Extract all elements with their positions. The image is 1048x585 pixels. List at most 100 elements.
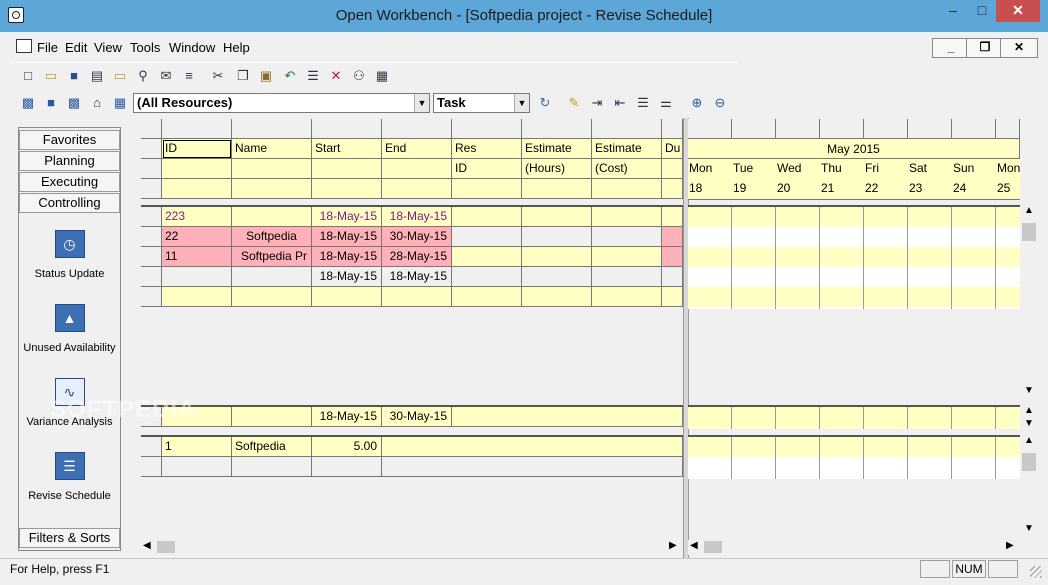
task-hours-cell[interactable] bbox=[522, 247, 592, 267]
blank-cell[interactable] bbox=[382, 287, 452, 307]
gantt-summary-row[interactable] bbox=[688, 405, 1020, 429]
resource-value-cell[interactable]: 5.00 bbox=[312, 437, 382, 457]
row-selector[interactable] bbox=[141, 267, 162, 287]
column-label-name[interactable]: Name bbox=[232, 139, 312, 159]
edit-icon[interactable]: ✎ bbox=[566, 95, 582, 111]
row-selector[interactable] bbox=[141, 287, 162, 307]
scroll-down-icon[interactable]: ▼ bbox=[1024, 385, 1034, 396]
column-label-res[interactable]: Res bbox=[452, 139, 522, 159]
task-end-cell[interactable]: 28-May-15 bbox=[382, 247, 452, 267]
column-label-estimate-hours[interactable]: Estimate bbox=[522, 139, 592, 159]
properties-icon[interactable]: ≡ bbox=[181, 68, 197, 84]
row-selector[interactable] bbox=[141, 179, 162, 199]
column-label-end[interactable]: End bbox=[382, 139, 452, 159]
mdi-minimize-button[interactable]: _ bbox=[932, 38, 970, 58]
task-cost-cell[interactable] bbox=[592, 207, 662, 227]
scroll-right-icon[interactable]: ▶ bbox=[1006, 540, 1014, 551]
scroll-left-icon[interactable]: ◀ bbox=[143, 540, 151, 551]
task-res-cell[interactable] bbox=[452, 247, 522, 267]
scroll-up-icon[interactable]: ▲ bbox=[1024, 435, 1034, 446]
task-cost-cell[interactable] bbox=[592, 267, 662, 287]
sidebar-item-status-update[interactable]: ◷ Status Update bbox=[19, 230, 120, 280]
gantt-column-header[interactable] bbox=[732, 119, 776, 139]
scroll-left-icon[interactable]: ◀ bbox=[690, 540, 698, 551]
column-header[interactable] bbox=[382, 119, 452, 139]
indent-icon[interactable]: ⇥ bbox=[589, 95, 605, 111]
cut-icon[interactable]: ✂ bbox=[210, 68, 226, 84]
scroll-up-icon[interactable]: ▲ bbox=[1024, 205, 1034, 216]
summary-start-cell[interactable]: 18-May-15 bbox=[312, 407, 382, 427]
row-selector[interactable] bbox=[141, 139, 162, 159]
blank-cell[interactable] bbox=[452, 287, 522, 307]
gantt-column-header[interactable] bbox=[688, 119, 732, 139]
undo-icon[interactable]: ↶ bbox=[282, 68, 298, 84]
row-selector[interactable] bbox=[141, 457, 162, 477]
row-selector[interactable] bbox=[141, 247, 162, 267]
sidebar-tab-planning[interactable]: Planning bbox=[19, 151, 120, 171]
task-cost-cell[interactable] bbox=[592, 247, 662, 267]
column-label-start[interactable]: Start bbox=[312, 139, 382, 159]
column-header[interactable] bbox=[522, 119, 592, 139]
menu-help[interactable]: Help bbox=[223, 40, 250, 55]
scroll-thumb[interactable] bbox=[157, 541, 175, 553]
blank-cell[interactable] bbox=[522, 287, 592, 307]
column-label-duration[interactable]: Du bbox=[662, 139, 683, 159]
paste-icon[interactable]: ▣ bbox=[258, 68, 274, 84]
left-horizontal-scrollbar[interactable]: ◀ ▶ bbox=[141, 540, 683, 555]
sidebar-tab-executing[interactable]: Executing bbox=[19, 172, 120, 192]
menu-tools[interactable]: Tools bbox=[130, 40, 160, 55]
chevron-down-icon[interactable]: ▼ bbox=[514, 94, 529, 112]
blank-cell[interactable] bbox=[592, 287, 662, 307]
find-icon[interactable]: ⚇ bbox=[351, 68, 367, 84]
task-list-icon[interactable]: ☰ bbox=[635, 95, 651, 111]
resources-combo[interactable]: (All Resources) ▼ bbox=[133, 93, 430, 113]
mdi-close-button[interactable]: ✕ bbox=[1000, 38, 1038, 58]
task-vertical-scrollbar[interactable]: ▲ ▼ bbox=[1021, 205, 1037, 401]
grid-icon[interactable]: ▦ bbox=[374, 68, 390, 84]
resource-cell[interactable] bbox=[162, 457, 232, 477]
gantt-column-header[interactable] bbox=[864, 119, 908, 139]
task-end-cell[interactable]: 30-May-15 bbox=[382, 227, 452, 247]
copy-icon[interactable]: ❐ bbox=[235, 68, 251, 84]
sidebar-item-unused-availability[interactable]: ▲ Unused Availability bbox=[19, 304, 120, 354]
delete-icon[interactable]: ✕ bbox=[328, 68, 344, 84]
column-header[interactable] bbox=[162, 119, 232, 139]
refresh-icon[interactable]: ↻ bbox=[537, 95, 553, 111]
column-header[interactable] bbox=[232, 119, 312, 139]
summary-end-cell[interactable]: 30-May-15 bbox=[382, 407, 452, 427]
column-header[interactable] bbox=[592, 119, 662, 139]
column-label-estimate-cost[interactable]: Estimate bbox=[592, 139, 662, 159]
task-name-cell[interactable]: Softpedia bbox=[232, 227, 312, 247]
blank-cell[interactable] bbox=[662, 287, 683, 307]
row-selector[interactable] bbox=[141, 227, 162, 247]
home-icon[interactable]: ⌂ bbox=[89, 95, 105, 111]
resource-cell[interactable] bbox=[312, 457, 382, 477]
task-res-cell[interactable] bbox=[452, 227, 522, 247]
resource-name-cell[interactable]: Softpedia bbox=[232, 437, 312, 457]
menu-window[interactable]: Window bbox=[169, 40, 215, 55]
summary-vertical-scrollbar[interactable]: ▲ ▼ bbox=[1021, 405, 1037, 431]
gantt-column-header[interactable] bbox=[820, 119, 864, 139]
mdi-restore-button[interactable]: ❐ bbox=[966, 38, 1004, 58]
column-label-id[interactable]: ID bbox=[162, 139, 232, 159]
task-duration-cell[interactable] bbox=[662, 267, 683, 287]
scroll-down-icon[interactable]: ▼ bbox=[1024, 523, 1034, 534]
scroll-thumb[interactable] bbox=[1022, 223, 1036, 241]
task-id-cell[interactable] bbox=[162, 267, 232, 287]
mail-icon[interactable]: ✉ bbox=[158, 68, 174, 84]
view-icon[interactable]: ■ bbox=[43, 95, 59, 111]
summary-cell[interactable] bbox=[452, 407, 683, 427]
menu-view[interactable]: View bbox=[94, 40, 122, 55]
task-hours-cell[interactable] bbox=[522, 207, 592, 227]
window-close-button[interactable]: ✕ bbox=[996, 0, 1040, 22]
task-res-cell[interactable] bbox=[452, 267, 522, 287]
resize-grip[interactable] bbox=[1030, 566, 1042, 578]
task-start-cell[interactable]: 18-May-15 bbox=[312, 247, 382, 267]
column-header[interactable] bbox=[662, 119, 683, 139]
task-start-cell[interactable]: 18-May-15 bbox=[312, 227, 382, 247]
gantt-body[interactable] bbox=[688, 205, 1020, 309]
gantt-resource-rows[interactable] bbox=[688, 435, 1020, 479]
export-icon[interactable]: ▦ bbox=[112, 95, 128, 111]
menu-file[interactable]: File bbox=[37, 40, 58, 55]
outdent-icon[interactable]: ⇤ bbox=[612, 95, 628, 111]
